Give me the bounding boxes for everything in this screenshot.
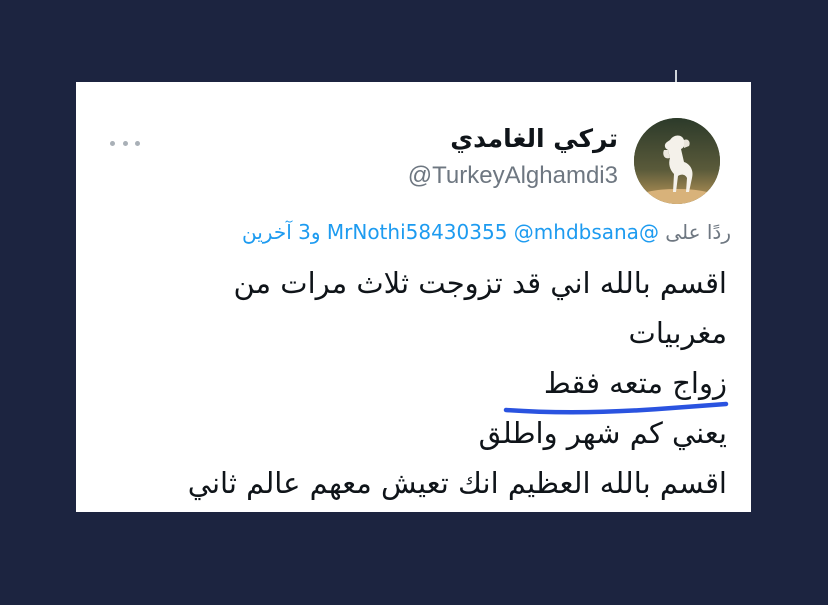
tweet-text: اقسم بالله اني قد تزوجت ثلاث مرات من مغر… bbox=[87, 258, 727, 508]
screenshot-stage: تركي الغامدي @TurkeyAlghamdi3 ردًا على @… bbox=[0, 0, 828, 605]
hand-drawn-underline-annotation bbox=[503, 401, 729, 415]
tweet-card[interactable]: تركي الغامدي @TurkeyAlghamdi3 ردًا على @… bbox=[76, 82, 751, 512]
more-horizontal-icon bbox=[110, 140, 115, 146]
more-horizontal-icon-dot bbox=[122, 140, 128, 146]
more-options-button[interactable] bbox=[110, 136, 140, 150]
tweet-line-2: مغربيات bbox=[628, 316, 727, 350]
user-handle[interactable]: @TurkeyAlghamdi3 bbox=[408, 162, 618, 190]
more-horizontal-icon-dot bbox=[135, 140, 140, 146]
reply-mention-2[interactable]: @mhdbsana bbox=[514, 220, 639, 244]
tweet-line-1: اقسم بالله اني قد تزوجت ثلاث مرات من bbox=[233, 266, 727, 300]
white-horse-avatar-icon bbox=[634, 118, 720, 204]
avatar[interactable] bbox=[634, 118, 720, 204]
reply-context: ردًا على @MrNothi58430355 @mhdbsana و3 آ… bbox=[242, 220, 731, 244]
display-name[interactable]: تركي الغامدي bbox=[450, 124, 618, 153]
reply-others-link[interactable]: و3 آخرين bbox=[242, 220, 321, 244]
reply-prefix: ردًا على bbox=[665, 220, 731, 244]
tweet-line-5: اقسم بالله العظيم انك تعيش معهم عالم ثان… bbox=[187, 466, 727, 500]
